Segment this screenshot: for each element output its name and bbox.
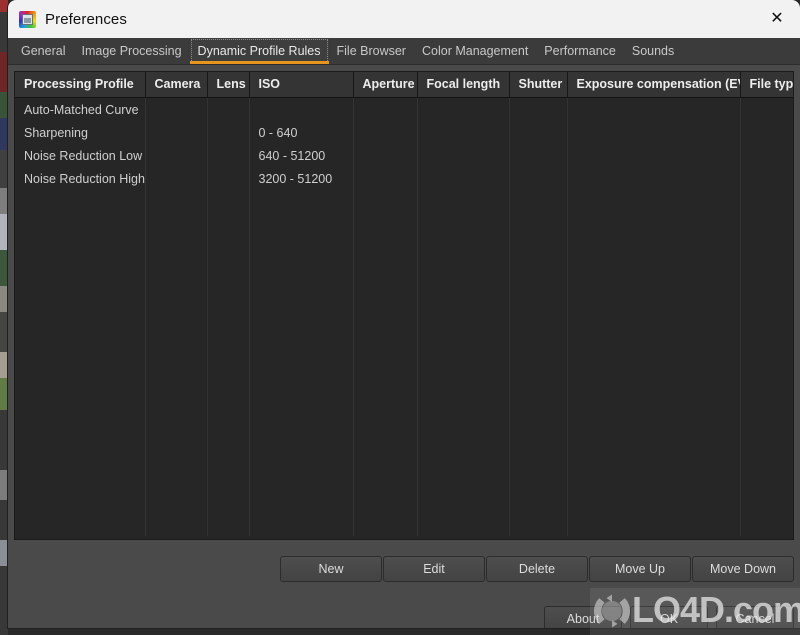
dialog-action-bar: About OK Cancel	[544, 606, 794, 628]
cell-aperture	[353, 97, 418, 121]
cell-focal-length	[417, 144, 510, 167]
column-header-camera[interactable]: Camera	[145, 72, 208, 98]
cell-aperture	[353, 167, 418, 190]
cell-focal-length	[417, 121, 510, 144]
preferences-tab-bar: General Image Processing Dynamic Profile…	[8, 38, 800, 65]
edit-button[interactable]: Edit	[383, 556, 485, 582]
tab-label: Color Management	[421, 44, 529, 58]
about-button[interactable]: About	[544, 606, 622, 628]
column-header-file-type[interactable]: File type	[740, 72, 793, 98]
cell-exposure-compensation	[567, 167, 741, 190]
cell-processing-profile: Sharpening	[15, 121, 146, 144]
rawtherapee-app-icon	[19, 10, 36, 28]
cell-shutter	[509, 167, 568, 190]
cell-file-type	[740, 121, 793, 144]
tab-label: Dynamic Profile Rules	[197, 44, 321, 58]
cell-lens	[207, 121, 250, 144]
tab-color-management[interactable]: Color Management	[414, 38, 536, 64]
rules-table: Processing Profile Camera Lens ISO Apert…	[15, 72, 793, 536]
cell-iso: 3200 - 51200	[249, 167, 354, 190]
column-header-aperture[interactable]: Aperture	[353, 72, 418, 98]
table-row[interactable]: Noise Reduction Low 640 - 51200	[15, 144, 793, 167]
column-header-processing-profile[interactable]: Processing Profile	[15, 72, 146, 98]
close-button[interactable]: ✕	[754, 0, 800, 38]
rules-table-container[interactable]: Processing Profile Camera Lens ISO Apert…	[14, 71, 794, 540]
tab-image-processing[interactable]: Image Processing	[73, 38, 189, 64]
cell-focal-length	[417, 167, 510, 190]
background-window-strip	[0, 0, 8, 635]
cell-file-type	[740, 97, 793, 121]
table-header-row: Processing Profile Camera Lens ISO Apert…	[15, 72, 793, 98]
cell-iso	[249, 97, 354, 121]
new-button[interactable]: New	[280, 556, 382, 582]
tab-label: Performance	[544, 44, 616, 58]
column-header-lens[interactable]: Lens	[207, 72, 250, 98]
table-row[interactable]: Noise Reduction High 3200 - 51200	[15, 167, 793, 190]
column-header-exposure-compensation[interactable]: Exposure compensation (EV)	[567, 72, 741, 98]
column-header-iso[interactable]: ISO	[249, 72, 354, 98]
delete-button[interactable]: Delete	[486, 556, 588, 582]
cell-processing-profile: Noise Reduction Low	[15, 144, 146, 167]
cell-camera	[145, 167, 208, 190]
cell-lens	[207, 97, 250, 121]
tab-general[interactable]: General	[13, 38, 73, 64]
tab-label: Sounds	[631, 44, 675, 58]
tab-sounds[interactable]: Sounds	[624, 38, 682, 64]
move-down-button[interactable]: Move Down	[692, 556, 794, 582]
cell-aperture	[353, 144, 418, 167]
close-icon: ✕	[770, 10, 784, 27]
cell-aperture	[353, 121, 418, 144]
tab-label: General	[21, 44, 66, 58]
cell-camera	[145, 121, 208, 144]
table-empty-space	[15, 190, 793, 536]
cell-lens	[207, 167, 250, 190]
tab-file-browser[interactable]: File Browser	[329, 38, 414, 64]
cell-camera	[145, 97, 208, 121]
cell-file-type	[740, 144, 793, 167]
column-header-focal-length[interactable]: Focal length	[417, 72, 510, 98]
cell-shutter	[509, 121, 568, 144]
cell-shutter	[509, 97, 568, 121]
rule-list-action-bar: New Edit Delete Move Up Move Down	[280, 556, 794, 582]
cell-processing-profile: Noise Reduction High	[15, 167, 146, 190]
cell-exposure-compensation	[567, 144, 741, 167]
window-title: Preferences	[45, 10, 127, 28]
cell-camera	[145, 144, 208, 167]
cell-file-type	[740, 167, 793, 190]
table-row[interactable]: Auto-Matched Curve	[15, 97, 793, 121]
title-bar: Preferences ✕	[8, 0, 800, 38]
cancel-button[interactable]: Cancel	[716, 606, 794, 628]
app-icon-inner	[22, 13, 33, 25]
column-header-shutter[interactable]: Shutter	[509, 72, 568, 98]
move-up-button[interactable]: Move Up	[589, 556, 691, 582]
cell-iso: 0 - 640	[249, 121, 354, 144]
preferences-window: Preferences ✕ General Image Processing D…	[8, 0, 800, 628]
tab-label: Image Processing	[81, 44, 182, 58]
cell-iso: 640 - 51200	[249, 144, 354, 167]
cell-shutter	[509, 144, 568, 167]
cell-processing-profile: Auto-Matched Curve	[15, 97, 146, 121]
cell-focal-length	[417, 97, 510, 121]
tab-dynamic-profile-rules[interactable]: Dynamic Profile Rules	[189, 38, 329, 64]
tab-performance[interactable]: Performance	[536, 38, 624, 64]
tab-label: File Browser	[336, 44, 406, 58]
ok-button[interactable]: OK	[630, 606, 708, 628]
cell-exposure-compensation	[567, 97, 741, 121]
cell-exposure-compensation	[567, 121, 741, 144]
table-row[interactable]: Sharpening 0 - 640	[15, 121, 793, 144]
cell-lens	[207, 144, 250, 167]
dynamic-profile-rules-panel: Processing Profile Camera Lens ISO Apert…	[8, 65, 800, 628]
